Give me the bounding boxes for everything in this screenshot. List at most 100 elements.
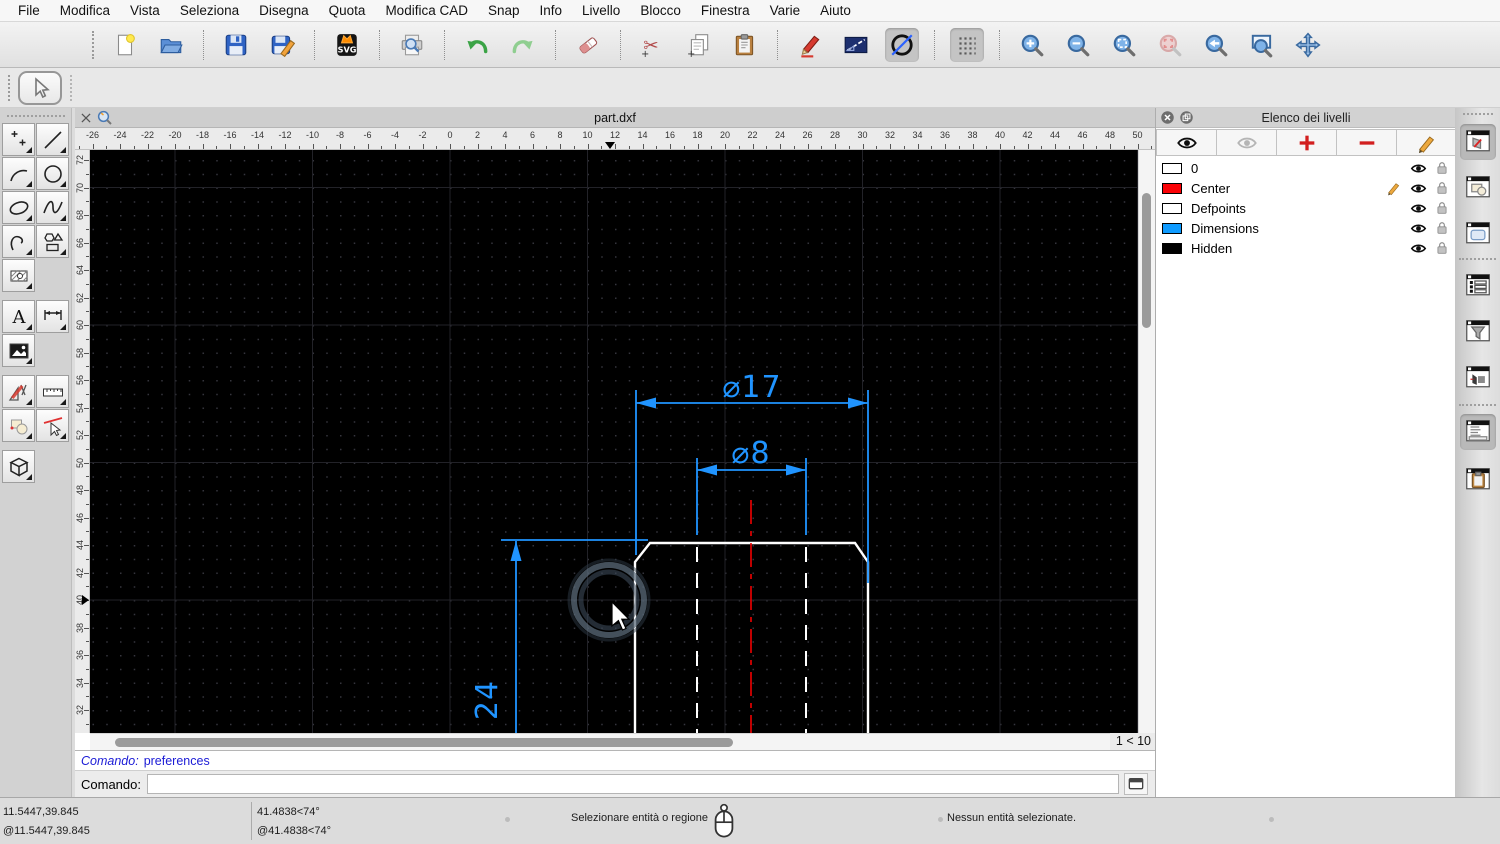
hide-all-layers-button[interactable] xyxy=(1216,129,1277,156)
toolbar-drag-handle[interactable] xyxy=(8,75,10,101)
arc-tool-button[interactable] xyxy=(2,157,35,190)
order-tool-button[interactable] xyxy=(2,409,35,442)
vertical-scrollbar[interactable] xyxy=(1138,150,1155,733)
layer-row-0[interactable]: 0 xyxy=(1156,158,1456,178)
spline-tool-button[interactable] xyxy=(36,191,69,224)
menu-seleziona[interactable]: Seleziona xyxy=(170,0,249,22)
circle-tool-button[interactable] xyxy=(36,157,69,190)
ellipse-tool-button[interactable] xyxy=(2,191,35,224)
dock-selection-filter-button[interactable] xyxy=(1460,314,1496,350)
float-panel-icon[interactable] xyxy=(1179,110,1194,125)
layer-visibility-icon[interactable] xyxy=(1408,180,1428,197)
text-tool-button[interactable]: A xyxy=(2,300,35,333)
menu-disegna[interactable]: Disegna xyxy=(249,0,319,22)
modify-tool-button[interactable] xyxy=(2,375,35,408)
add-layer-button[interactable] xyxy=(1276,129,1337,156)
vertical-scrollbar-thumb[interactable] xyxy=(1142,193,1151,328)
save-button[interactable] xyxy=(219,28,253,62)
layer-lock-icon[interactable] xyxy=(1432,221,1452,235)
layer-lock-icon[interactable] xyxy=(1432,201,1452,215)
close-tab-icon[interactable] xyxy=(78,110,94,126)
menu-snap[interactable]: Snap xyxy=(478,0,530,22)
zoom-out-button[interactable] xyxy=(1061,28,1095,62)
polyline-tool-button[interactable] xyxy=(2,225,35,258)
dock-block-list-button[interactable] xyxy=(1460,170,1496,206)
horizontal-scrollbar-thumb[interactable] xyxy=(115,738,733,747)
line-tool-button[interactable] xyxy=(36,123,69,156)
grid-toggle-button[interactable] xyxy=(950,27,984,62)
zoom-window-button[interactable] xyxy=(1245,28,1279,62)
dimension-text-outer-diameter[interactable]: ⌀17 xyxy=(722,370,781,405)
hatch-tool-button[interactable] xyxy=(2,259,35,292)
layer-row-dimensions[interactable]: Dimensions xyxy=(1156,218,1456,238)
measure-tool-button[interactable] xyxy=(36,375,69,408)
dock-drag-handle[interactable] xyxy=(1462,113,1493,115)
redo-button[interactable] xyxy=(506,28,540,62)
dock-command-widget-button[interactable] xyxy=(1460,414,1496,450)
show-all-layers-button[interactable] xyxy=(1156,129,1217,156)
dock-layer-list-button[interactable] xyxy=(1460,124,1496,160)
layer-lock-icon[interactable] xyxy=(1432,241,1452,255)
edit-layer-button[interactable] xyxy=(1396,129,1457,156)
menu-file[interactable]: File xyxy=(8,0,50,22)
line-attributes-button[interactable] xyxy=(839,28,873,62)
open-file-button[interactable] xyxy=(154,28,188,62)
layer-lock-icon[interactable] xyxy=(1432,181,1452,195)
point-tool-button[interactable] xyxy=(2,123,35,156)
dimension-tool-button[interactable] xyxy=(36,300,69,333)
cut-button[interactable]: ✂ + xyxy=(636,28,670,62)
zoom-auto-button[interactable] xyxy=(1107,28,1141,62)
dimension-text-inner-diameter[interactable]: ⌀8 xyxy=(731,436,770,471)
menu-blocco[interactable]: Blocco xyxy=(630,0,691,22)
layer-lock-icon[interactable] xyxy=(1432,161,1452,175)
box3d-tool-button[interactable] xyxy=(2,450,35,483)
paste-button[interactable] xyxy=(728,28,762,62)
layer-row-defpoints[interactable]: Defpoints xyxy=(1156,198,1456,218)
export-svg-button[interactable]: SVG xyxy=(330,28,364,62)
close-panel-icon[interactable] xyxy=(1160,110,1175,125)
toolbar-drag-handle[interactable] xyxy=(92,30,96,59)
attributes-button[interactable] xyxy=(793,28,827,62)
undo-button[interactable] xyxy=(460,28,494,62)
command-window-toggle-icon[interactable] xyxy=(1123,773,1148,795)
layer-visibility-icon[interactable] xyxy=(1408,220,1428,237)
dimension-text-height[interactable]: 24 xyxy=(470,680,505,720)
layer-visibility-icon[interactable] xyxy=(1408,240,1428,257)
delete-selected-button[interactable] xyxy=(571,28,605,62)
menu-info[interactable]: Info xyxy=(530,0,573,22)
dock-entity-list-button[interactable] xyxy=(1460,268,1496,304)
drawing-canvas[interactable]: ⌀17 ⌀8 24 xyxy=(90,150,1138,733)
image-tool-button[interactable] xyxy=(2,334,35,367)
remove-layer-button[interactable] xyxy=(1336,129,1397,156)
menu-vista[interactable]: Vista xyxy=(120,0,170,22)
command-input[interactable] xyxy=(146,774,1119,794)
layer-visibility-icon[interactable] xyxy=(1408,200,1428,217)
dock-view-widget-button[interactable] xyxy=(1460,360,1496,396)
layer-row-hidden[interactable]: Hidden xyxy=(1156,238,1456,258)
horizontal-scrollbar[interactable] xyxy=(90,733,1110,750)
zoom-in-button[interactable] xyxy=(1015,28,1049,62)
zoom-previous-button[interactable] xyxy=(1199,28,1233,62)
menu-modifica-cad[interactable]: Modifica CAD xyxy=(375,0,478,22)
zoom-pan-button[interactable] xyxy=(1291,28,1325,62)
menu-aiuto[interactable]: Aiuto xyxy=(810,0,861,22)
layer-row-center[interactable]: Center xyxy=(1156,178,1456,198)
toolbar-drag-handle[interactable] xyxy=(70,75,72,101)
menu-quota[interactable]: Quota xyxy=(319,0,376,22)
shapes-tool-button[interactable] xyxy=(36,225,69,258)
menu-modifica[interactable]: Modifica xyxy=(50,0,120,22)
save-as-button[interactable] xyxy=(265,28,299,62)
menu-livello[interactable]: Livello xyxy=(572,0,630,22)
menu-finestra[interactable]: Finestra xyxy=(691,0,760,22)
dock-clipboard-widget-button[interactable] xyxy=(1460,462,1496,498)
print-preview-button[interactable] xyxy=(395,28,429,62)
menu-varie[interactable]: Varie xyxy=(760,0,811,22)
draft-mode-button[interactable] xyxy=(885,27,919,62)
selection-tool-button[interactable] xyxy=(18,71,62,105)
select-entity-tool-button[interactable] xyxy=(36,409,69,442)
new-file-button[interactable] xyxy=(108,28,142,62)
layer-visibility-icon[interactable] xyxy=(1408,160,1428,177)
dock-library-browser-button[interactable] xyxy=(1460,216,1496,252)
copy-button[interactable]: + xyxy=(682,28,716,62)
palette-drag-handle[interactable] xyxy=(6,115,65,117)
